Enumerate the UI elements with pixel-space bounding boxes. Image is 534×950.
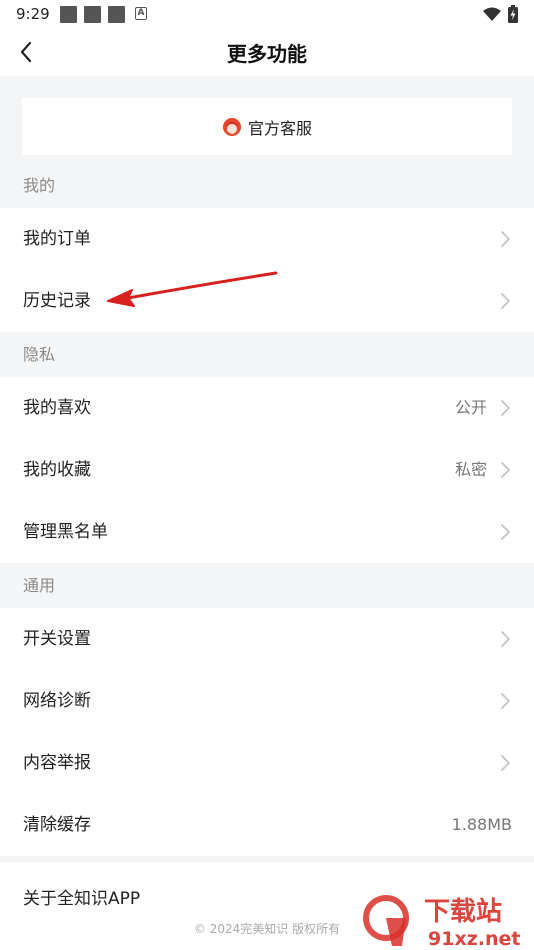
- row-label: 历史记录: [23, 291, 91, 311]
- row-label: 网络诊断: [23, 691, 91, 711]
- menu-row-my-orders[interactable]: 我的订单: [0, 208, 534, 270]
- notification-icon: [84, 6, 101, 23]
- notification-a-icon: A: [135, 7, 147, 20]
- menu-row-my-likes[interactable]: 我的喜欢 公开: [0, 377, 534, 439]
- top-app-bar: 更多功能: [0, 28, 534, 76]
- row-label: 我的收藏: [23, 460, 91, 480]
- battery-charging-icon: [508, 5, 518, 23]
- official-service-button[interactable]: 官方客服: [22, 98, 512, 155]
- watermark-logo-text: 下载站: [424, 897, 502, 927]
- notification-icon: [60, 6, 77, 23]
- chevron-right-icon: [501, 400, 510, 416]
- menu-row-clear-cache[interactable]: 清除缓存 1.88MB: [0, 794, 534, 856]
- section-title-privacy: 隐私: [23, 345, 56, 364]
- chevron-right-icon: [501, 462, 510, 478]
- section-title-mine: 我的: [23, 176, 56, 195]
- chevron-right-icon: [501, 524, 510, 540]
- watermark-logo: 下载站 91xz.net: [362, 888, 534, 950]
- chevron-right-icon: [501, 631, 510, 647]
- status-time: 9:29: [16, 5, 50, 23]
- row-label: 清除缓存: [23, 815, 91, 835]
- group-general: 开关设置 网络诊断 内容举报 清除缓存 1.88MB: [0, 608, 534, 856]
- menu-row-history[interactable]: 历史记录: [0, 270, 534, 332]
- chevron-right-icon: [501, 231, 510, 247]
- row-label: 管理黑名单: [23, 522, 108, 542]
- section-title-general: 通用: [23, 576, 56, 595]
- cache-size-value: 1.88MB: [451, 815, 512, 834]
- chevron-right-icon: [501, 755, 510, 771]
- about-app-link[interactable]: 关于全知识APP: [23, 884, 140, 909]
- menu-row-my-favorites[interactable]: 我的收藏 私密: [0, 439, 534, 501]
- row-value: 公开: [454, 398, 487, 417]
- menu-row-blacklist[interactable]: 管理黑名单: [0, 501, 534, 563]
- row-label: 我的订单: [23, 229, 91, 249]
- chevron-right-icon: [501, 693, 510, 709]
- official-service-label: 官方客服: [247, 118, 312, 138]
- status-bar: 9:29 A: [0, 0, 534, 28]
- row-label: 我的喜欢: [23, 398, 91, 418]
- menu-row-report-content[interactable]: 内容举报: [0, 732, 534, 794]
- menu-row-switch-settings[interactable]: 开关设置: [0, 608, 534, 670]
- menu-row-network-diagnosis[interactable]: 网络诊断: [0, 670, 534, 732]
- watermark-url-text: 91xz.net: [428, 928, 520, 950]
- page-title: 更多功能: [227, 42, 307, 66]
- group-privacy: 我的喜欢 公开 我的收藏 私密 管理黑名单: [0, 377, 534, 563]
- row-label: 开关设置: [23, 629, 91, 649]
- wifi-icon: [483, 7, 501, 21]
- customer-service-avatar-icon: [222, 117, 241, 136]
- group-mine: 我的订单 历史记录: [0, 208, 534, 332]
- chevron-right-icon: [501, 293, 510, 309]
- notification-icon: [108, 6, 125, 23]
- row-value: 私密: [454, 460, 487, 479]
- row-label: 内容举报: [23, 753, 91, 773]
